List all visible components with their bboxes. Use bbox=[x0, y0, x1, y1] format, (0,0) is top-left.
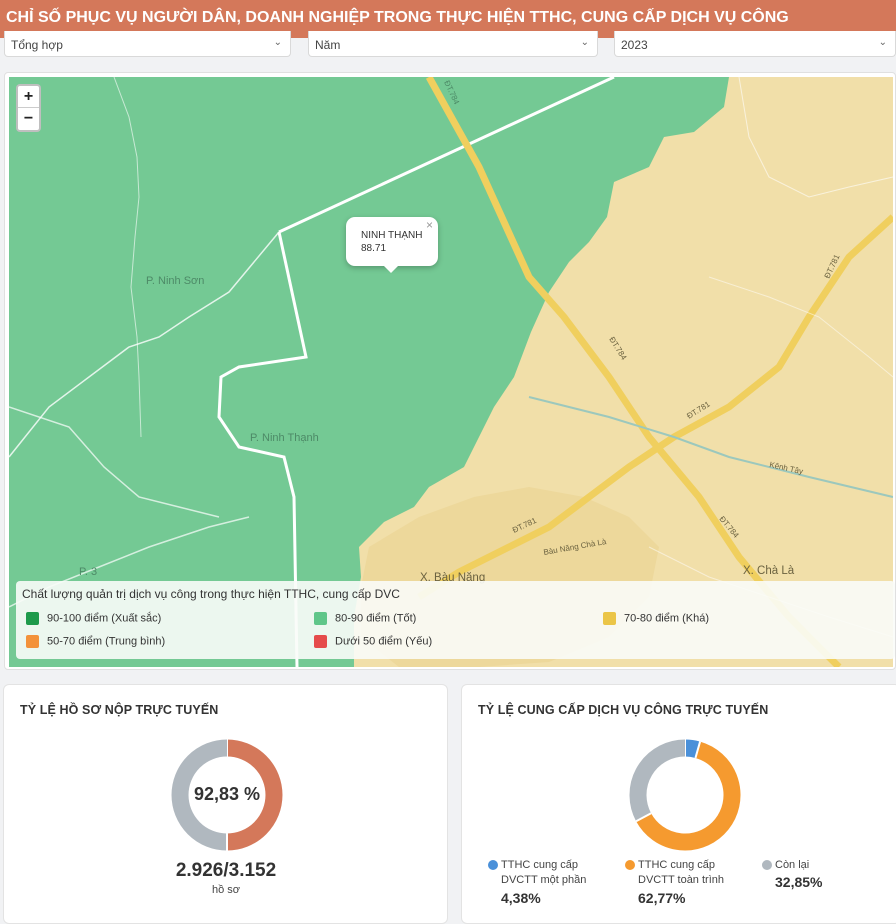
donut-center-value: 92,83 % bbox=[193, 784, 261, 804]
legend-partial-value: 4,38% bbox=[501, 890, 541, 906]
report-type-value: Tổng hợp bbox=[11, 38, 63, 52]
legend-full-value: 62,77% bbox=[638, 890, 686, 906]
donut-slice-partial[interactable] bbox=[684, 739, 701, 759]
legend-swatch bbox=[26, 635, 39, 648]
submission-count: 2.926/3.152 bbox=[175, 860, 277, 881]
popup-pointer bbox=[384, 266, 398, 273]
card-title: TỶ LỆ CUNG CẤP DỊCH VỤ CÔNG TRỰC TUYẾN bbox=[478, 703, 769, 717]
legend-label: 70-80 điểm (Khá) bbox=[624, 612, 709, 625]
legend-swatch bbox=[314, 612, 327, 625]
year-value: 2023 bbox=[621, 38, 648, 52]
donut-chart bbox=[629, 739, 741, 851]
map-legend: Chất lượng quản trị dịch vụ công trong t… bbox=[16, 581, 895, 659]
label-p3: P. 3 bbox=[79, 566, 97, 578]
legend-item-good: 80-90 điểm (Tốt) bbox=[314, 612, 416, 625]
legend-swatch bbox=[603, 612, 616, 625]
online-service-card: TỶ LỆ CUNG CẤP DỊCH VỤ CÔNG TRỰC TUYẾN T… bbox=[461, 684, 896, 924]
legend-item-excellent: 90-100 điểm (Xuất sắc) bbox=[26, 612, 161, 625]
zoom-out-button[interactable]: − bbox=[18, 108, 39, 130]
donut-slice-remaining[interactable] bbox=[629, 739, 686, 822]
year-select[interactable]: 2023 ⌄ bbox=[614, 31, 896, 57]
submission-unit: hồ sơ bbox=[211, 884, 240, 896]
legend-label: 50-70 điểm (Trung bình) bbox=[47, 635, 166, 648]
legend-label: DVCTT toàn trình bbox=[638, 874, 724, 886]
zoom-in-button[interactable]: + bbox=[18, 86, 39, 108]
card-title: TỶ LỆ HỒ SƠ NỘP TRỰC TUYẾN bbox=[20, 703, 219, 717]
legend-item-fair: 70-80 điểm (Khá) bbox=[603, 612, 709, 625]
chevron-down-icon: ⌄ bbox=[580, 37, 589, 48]
label-ninh-thanh: P. Ninh Thạnh bbox=[250, 432, 319, 444]
legend-label: TTHC cung cấp bbox=[638, 859, 716, 871]
online-submission-card: TỶ LỆ HỒ SƠ NỘP TRỰC TUYẾN 92,83 % 2.926… bbox=[3, 684, 448, 924]
legend-remaining: Còn lại bbox=[775, 858, 809, 873]
legend-full: TTHC cung cấp DVCTT toàn trình bbox=[638, 858, 724, 888]
legend-item-average: 50-70 điểm (Trung bình) bbox=[26, 635, 165, 648]
legend-item-poor: Dưới 50 điểm (Yếu) bbox=[314, 635, 432, 648]
popup-score: 88.71 bbox=[361, 243, 387, 254]
legend-swatch bbox=[26, 612, 39, 625]
legend-dot-partial bbox=[488, 860, 498, 870]
legend-label: TTHC cung cấp bbox=[501, 859, 579, 871]
label-cha-la: X. Chà Là bbox=[743, 565, 795, 577]
period-type-select[interactable]: Năm ⌄ bbox=[308, 31, 598, 57]
map-popup: × NINH THẠNH 88.71 bbox=[346, 217, 438, 273]
legend-partial: TTHC cung cấp DVCTT một phần bbox=[501, 858, 586, 888]
report-type-select[interactable]: Tổng hợp ⌄ bbox=[4, 31, 291, 57]
close-icon[interactable]: × bbox=[426, 219, 433, 232]
legend-label: 90-100 điểm (Xuất sắc) bbox=[47, 612, 162, 625]
period-type-value: Năm bbox=[315, 38, 341, 52]
legend-label: Dưới 50 điểm (Yếu) bbox=[335, 635, 433, 648]
chevron-down-icon: ⌄ bbox=[878, 37, 887, 48]
legend-label: Còn lại bbox=[775, 859, 810, 871]
legend-label: 80-90 điểm (Tốt) bbox=[335, 612, 417, 625]
legend-label: DVCTT một phần bbox=[501, 874, 587, 886]
label-ninh-son: P. Ninh Sơn bbox=[146, 275, 204, 287]
legend-title: Chất lượng quản trị dịch vụ công trong t… bbox=[22, 587, 400, 601]
legend-dot-remaining bbox=[762, 860, 772, 870]
legend-swatch bbox=[314, 635, 327, 648]
page-title: CHỈ SỐ PHỤC VỤ NGƯỜI DÂN, DOANH NGHIỆP T… bbox=[6, 9, 789, 26]
zoom-control: + − bbox=[16, 84, 41, 132]
chevron-down-icon: ⌄ bbox=[273, 37, 282, 48]
legend-remaining-value: 32,85% bbox=[775, 874, 823, 890]
map-canvas[interactable]: P. Ninh Sơn P. Ninh Thạnh X. Bàu Năng X.… bbox=[9, 77, 893, 667]
legend-dot-full bbox=[625, 860, 635, 870]
